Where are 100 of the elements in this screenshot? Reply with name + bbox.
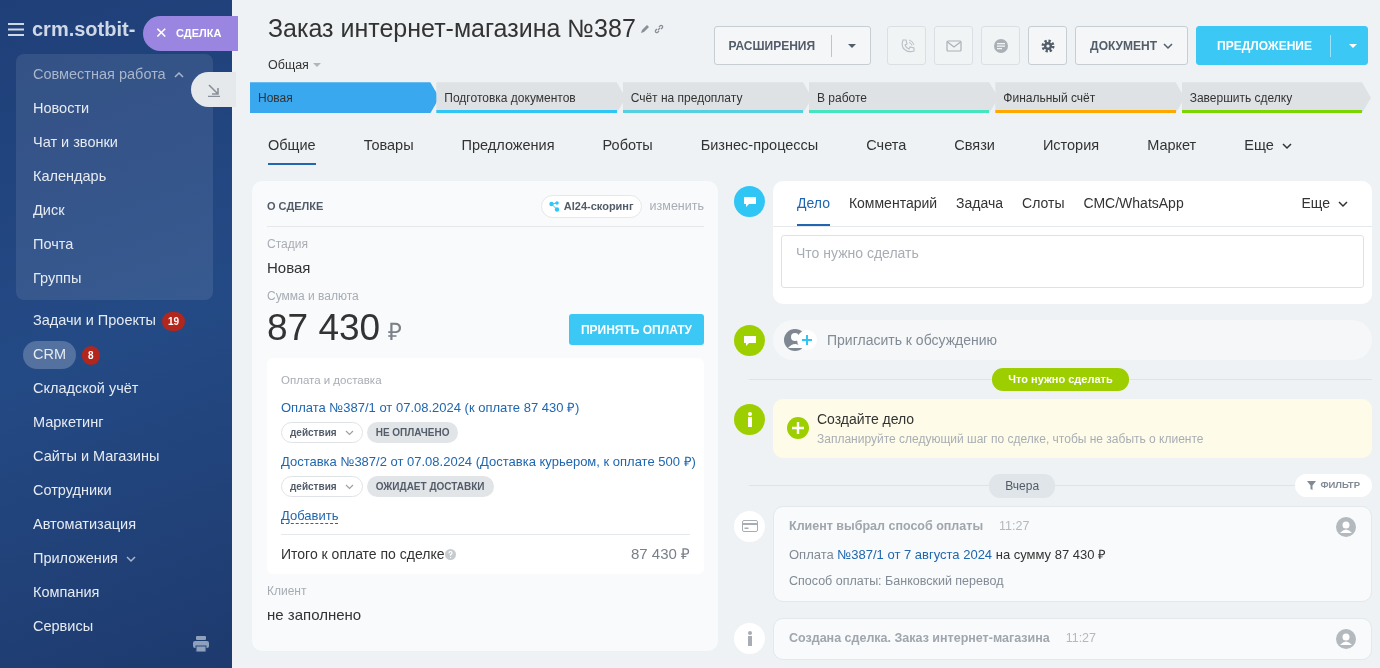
extensions-button[interactable]: РАСШИРЕНИЯ [713, 26, 872, 65]
info-icon [734, 403, 765, 435]
create-title: Создайте дело [817, 409, 916, 429]
menu-item[interactable]: Чат и звонки [16, 126, 213, 160]
chat-icon [992, 37, 1009, 54]
stage-step[interactable]: Счёт на предоплату [622, 82, 812, 114]
stage-step[interactable]: Подготовка документов [436, 82, 626, 114]
input-field[interactable]: Что нужно сделать [781, 235, 1364, 288]
network-icon [548, 200, 560, 212]
scoring-button[interactable]: AI24-скоринг [540, 195, 642, 218]
pencil-icon[interactable] [639, 23, 650, 34]
event-link[interactable]: №387/1 от 7 августа 2024 [837, 546, 993, 562]
field-label: Клиент [267, 582, 308, 600]
status-badge: ОЖИДАЕТ ДОСТАВКИ [366, 476, 494, 498]
add-link[interactable]: Добавить [281, 508, 339, 525]
menu-item[interactable]: Новости [16, 92, 213, 126]
menu-item[interactable]: Маркетинг [33, 412, 104, 434]
tab[interactable]: История [1042, 129, 1100, 165]
menu-item[interactable]: Почта [16, 228, 213, 262]
menu-group-header[interactable]: Совместная работа [16, 58, 184, 92]
menu-item[interactable]: Сотрудники [33, 480, 112, 502]
event-title: Клиент выбрал способ оплаты [789, 518, 984, 536]
total-value: 87 430 ₽ [630, 544, 690, 565]
composer-tab[interactable]: СМС/WhatsApp [1083, 181, 1184, 226]
field-label: Сумма и валюта [267, 288, 360, 305]
settings-icon [1039, 37, 1056, 54]
add-user-icon [783, 328, 819, 352]
menu-item[interactable]: Сайты и Магазины [33, 446, 160, 468]
event-time: 11:27 [999, 518, 1030, 536]
menu-item[interactable]: Складской учёт [33, 378, 139, 400]
field-value: Новая [267, 257, 312, 278]
filter-icon [1307, 481, 1317, 490]
actions-dropdown[interactable]: действия [281, 476, 363, 498]
event-text: Оплата №387/1 от 7 августа 2024 на сумму 87 430 ₽ [789, 545, 1108, 564]
user-avatar-icon [1336, 516, 1356, 537]
composer-tab[interactable]: Слоты [1022, 181, 1065, 226]
section-label: Что нужно сделать [992, 368, 1129, 391]
tab[interactable]: Товары [363, 129, 414, 165]
section-title: О СДЕЛКЕ [267, 199, 324, 214]
info-icon [734, 622, 765, 654]
menu-item[interactable]: Автоматизация [33, 514, 137, 536]
status-badge: НЕ ОПЛАЧЕНО [366, 422, 459, 444]
tab[interactable]: Еще [1244, 129, 1292, 165]
menu-item[interactable]: Сервисы [33, 616, 94, 638]
icon-button[interactable] [1028, 26, 1068, 65]
event-time: 11:27 [1065, 630, 1096, 648]
chevron-down-icon [344, 429, 354, 436]
tab[interactable]: Предложения [461, 129, 555, 165]
date-label: Вчера [989, 473, 1056, 498]
document-button[interactable]: ДОКУМЕНТ [1075, 26, 1189, 65]
menu-item[interactable]: Приложения [33, 548, 118, 570]
stage-step[interactable]: Завершить сделку [1181, 82, 1371, 114]
payment-link[interactable]: Оплата №387/1 от 07.08.2024 (к оплате 87 430 ₽) [281, 398, 580, 418]
event-detail: Способ оплаты: Банковский перевод [789, 573, 1005, 590]
caret-icon [848, 43, 857, 48]
mail-icon [945, 37, 962, 54]
comment-icon [734, 325, 765, 356]
card-icon [734, 510, 765, 542]
collapse-button[interactable] [191, 72, 236, 107]
menu-item[interactable]: CRM [23, 341, 77, 369]
link-icon[interactable] [653, 23, 664, 34]
actions-dropdown[interactable]: действия [281, 422, 363, 444]
menu-item[interactable]: Календарь [16, 160, 213, 194]
menu-item[interactable]: Компания [33, 582, 100, 604]
user-avatar-icon [1336, 628, 1356, 649]
stage-step[interactable]: Финальный счёт [995, 82, 1185, 114]
tab[interactable]: Роботы [602, 129, 653, 165]
menu-item[interactable]: Диск [16, 194, 213, 228]
create-subtitle: Запланируйте следующий шаг по сделке, чтобы не забыть о клиенте [817, 430, 1204, 448]
composer-tab[interactable]: Дело [797, 181, 830, 226]
composer-tab[interactable]: Комментарий [848, 181, 938, 226]
menu-item[interactable]: Задачи и Проекты [33, 310, 157, 332]
menu-item[interactable]: Группы [16, 262, 213, 296]
tab[interactable]: Бизнес-процессы [700, 129, 819, 165]
comment-icon [734, 186, 765, 217]
site-logo: crm.sotbit- [32, 17, 136, 42]
payment-link[interactable]: Доставка №387/2 от 07.08.2024 (Доставка курьером, к оплате 500 ₽) [281, 452, 696, 472]
tab[interactable]: Общие [268, 129, 316, 165]
event-title: Создана сделка. Заказ интернет-магазина [789, 630, 1050, 648]
chevron-down-icon [1281, 142, 1292, 151]
chevron-down-icon [1338, 199, 1348, 208]
caret-icon [1349, 43, 1357, 48]
chevron-down-icon [344, 483, 354, 490]
field-label: Стадия [267, 235, 309, 253]
counter-badge: 19 [162, 311, 186, 331]
menu-icon[interactable] [8, 22, 24, 36]
category-selector[interactable]: Общая [268, 55, 309, 75]
deal-title: Заказ интернет-магазина №387 [268, 13, 636, 44]
printer-icon[interactable] [193, 636, 209, 652]
tab[interactable]: Связи [954, 129, 995, 165]
counter-badge: 8 [82, 345, 100, 365]
help-icon[interactable] [444, 549, 456, 560]
composer-tab[interactable]: Задача [956, 181, 1004, 226]
currency-sign: ₽ [388, 317, 403, 347]
more-tab[interactable]: Еще [1301, 181, 1348, 226]
chevron-down-icon [1163, 41, 1174, 50]
tab[interactable]: Счета [866, 129, 907, 165]
total-label: Итого к оплате по сделке [281, 545, 445, 564]
plus-icon[interactable] [787, 417, 809, 439]
tab[interactable]: Маркет [1147, 129, 1197, 165]
